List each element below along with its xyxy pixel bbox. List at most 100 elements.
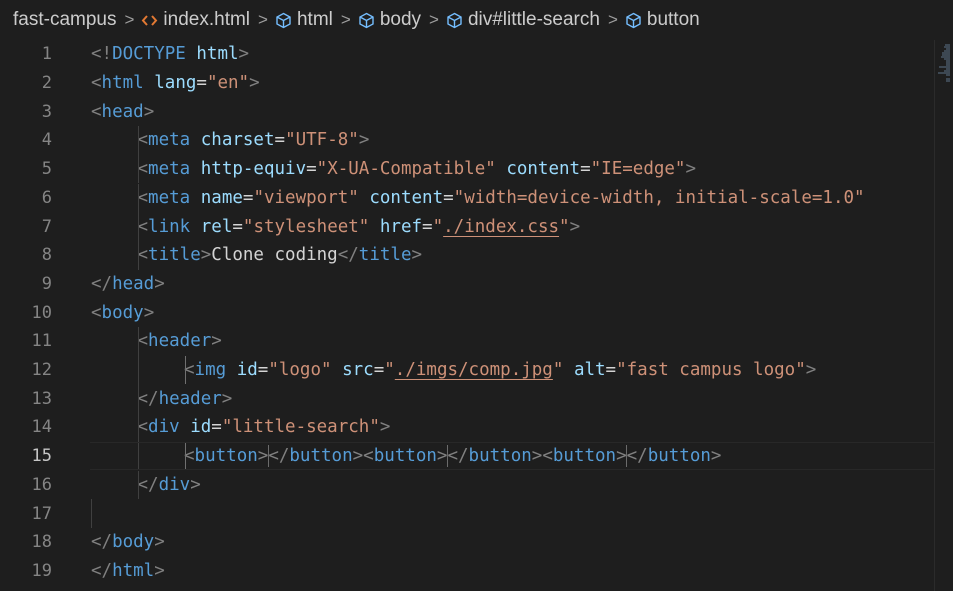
- breadcrumb-item-button[interactable]: button: [625, 9, 700, 31]
- code-text: <header>: [137, 331, 222, 352]
- code-text: <meta http-equiv="X-UA-Compatible" conte…: [137, 159, 697, 180]
- indent-guide: [138, 212, 139, 241]
- code-line[interactable]: 8 <title>Clone coding</title>: [0, 240, 935, 270]
- code-text: <!DOCTYPE html>: [91, 44, 250, 65]
- indent-guide: [138, 126, 139, 155]
- code-text: <body>: [91, 302, 155, 323]
- symbol-element-icon: [625, 12, 642, 29]
- line-number: 5: [41, 159, 52, 180]
- bracket-match-marker: [626, 445, 628, 468]
- code-line[interactable]: 5 <meta http-equiv="X-UA-Compatible" cont…: [0, 154, 935, 184]
- code-line[interactable]: 13 </header>: [0, 384, 935, 414]
- code-text: <link rel="stylesheet" href="./index.css…: [137, 216, 581, 237]
- line-number: 18: [31, 532, 52, 553]
- line-number: 17: [31, 503, 52, 524]
- code-line[interactable]: 16 </div>: [0, 470, 935, 500]
- breadcrumb-item-body[interactable]: body: [358, 9, 421, 31]
- breadcrumb-item-label: div#little-search: [467, 9, 600, 30]
- code-text: </head>: [91, 273, 165, 294]
- code-line[interactable]: 15 <button></button><button></button><but…: [0, 441, 935, 471]
- code-line[interactable]: 4 <meta charset="UTF-8">: [0, 126, 935, 155]
- breadcrumb-item-div[interactable]: div#little-search: [446, 9, 600, 31]
- symbol-element-icon: [275, 12, 292, 29]
- indent-guide: [138, 355, 139, 385]
- code-line[interactable]: 10 <body>: [0, 298, 935, 327]
- line-number: 16: [31, 474, 52, 495]
- minimap-line: [945, 74, 950, 76]
- breadcrumb-item-label: button: [646, 9, 700, 30]
- line-number: 2: [41, 73, 52, 94]
- minimap-line: [945, 80, 950, 82]
- code-text: </header>: [137, 388, 233, 409]
- code-text: <head>: [91, 101, 155, 122]
- code-text: <img id="logo" src="./imgs/comp.jpg" alt…: [184, 360, 817, 381]
- line-number: 6: [41, 187, 52, 208]
- indent-guide: [138, 413, 139, 442]
- code-line[interactable]: 17: [0, 499, 935, 528]
- code-line[interactable]: 2 <html lang="en">: [0, 69, 935, 98]
- code-line[interactable]: 19 </html>: [0, 557, 935, 586]
- code-text: <html lang="en">: [91, 73, 260, 94]
- code-line[interactable]: 6 <meta name="viewport" content="width=de…: [0, 183, 935, 213]
- code-text: <meta name="viewport" content="width=dev…: [137, 187, 865, 208]
- line-number: 1: [41, 44, 52, 65]
- indent-guide: [184, 355, 186, 385]
- breadcrumb-folder[interactable]: fast-campus: [13, 9, 116, 31]
- code-line[interactable]: 12 <img id="logo" src="./imgs/comp.jpg" a…: [0, 355, 935, 385]
- breadcrumb-file[interactable]: index.html: [141, 9, 250, 31]
- code-line[interactable]: 1 <!DOCTYPE html>: [0, 40, 935, 69]
- chevron-right-icon: >: [429, 10, 439, 29]
- bracket-match-marker: [446, 445, 448, 468]
- code-text: </html>: [91, 560, 165, 581]
- breadcrumb: fast-campus > index.html > html > body >…: [0, 0, 953, 40]
- breadcrumb-item-label: body: [379, 9, 422, 30]
- code-text: <button></button><button></button><butto…: [184, 445, 722, 468]
- indent-guide: [138, 470, 139, 500]
- code-text: <meta charset="UTF-8">: [137, 130, 370, 151]
- html-file-icon: [141, 12, 158, 29]
- code-line[interactable]: 14 <div id="little-search">: [0, 413, 935, 442]
- bracket-match-marker: [267, 445, 269, 468]
- code-text: <div id="little-search">: [137, 417, 391, 438]
- code-text: </body>: [91, 532, 165, 553]
- line-number: 3: [41, 101, 52, 122]
- code-line[interactable]: 11 <header>: [0, 327, 935, 356]
- indent-guide: [184, 441, 186, 471]
- minimap[interactable]: [934, 40, 953, 591]
- indent-guide: [138, 154, 139, 184]
- line-number: 15: [31, 446, 52, 467]
- line-number: 10: [31, 302, 52, 323]
- code-line[interactable]: 18 </body>: [0, 528, 935, 557]
- indent-guide: [138, 240, 139, 270]
- indent-guide: [138, 183, 139, 213]
- symbol-element-icon: [446, 12, 463, 29]
- breadcrumb-file-label: index.html: [163, 9, 251, 30]
- line-number: 7: [41, 216, 52, 237]
- indent-guide: [91, 499, 92, 528]
- breadcrumb-item-html[interactable]: html: [275, 9, 333, 31]
- line-number: 12: [31, 360, 52, 381]
- code-editor[interactable]: 1 <!DOCTYPE html> 2 <html lang="en"> 3 <head>…: [0, 40, 953, 591]
- code-line[interactable]: 9 </head>: [0, 270, 935, 299]
- chevron-right-icon: >: [258, 10, 268, 29]
- line-number: 19: [31, 560, 52, 581]
- line-number: 11: [31, 331, 52, 352]
- line-number: 9: [41, 273, 52, 294]
- indent-guide: [138, 327, 139, 356]
- symbol-element-icon: [358, 12, 375, 29]
- code-text: </div>: [137, 474, 201, 495]
- line-number: 14: [31, 417, 52, 438]
- line-number: 8: [41, 245, 52, 266]
- chevron-right-icon: >: [607, 10, 618, 29]
- code-text: <title>Clone coding</title>: [137, 245, 423, 266]
- code-line[interactable]: 3 <head>: [0, 97, 935, 126]
- breadcrumb-folder-label: fast-campus: [13, 9, 117, 30]
- indent-guide: [138, 441, 139, 471]
- chevron-right-icon: >: [340, 10, 351, 29]
- line-number: 13: [31, 388, 52, 409]
- code-line[interactable]: 7 <link rel="stylesheet" href="./index.cs…: [0, 212, 935, 241]
- line-number: 4: [41, 130, 52, 151]
- breadcrumb-item-label: html: [296, 9, 333, 30]
- chevron-right-icon: >: [124, 10, 135, 29]
- indent-guide: [138, 384, 139, 414]
